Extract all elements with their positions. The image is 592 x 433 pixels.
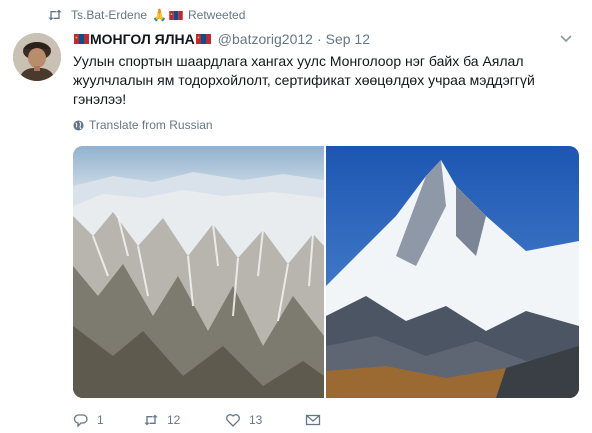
envelope-icon (305, 414, 321, 426)
like-button[interactable]: 13 (225, 412, 305, 428)
tweet-actions: 1 12 13 (73, 412, 321, 428)
like-count: 13 (249, 413, 263, 427)
translate-link[interactable]: Translate from Russian (73, 118, 213, 132)
tweet-header: МОНГОЛ ЯЛНА @batzorig2012 · Sep 12 (73, 29, 574, 49)
retweeted-label: Retweeted (188, 8, 246, 22)
tweet-media (73, 146, 579, 398)
retweet-icon (144, 414, 158, 426)
display-name-text: МОНГОЛ ЯЛНА (90, 31, 195, 47)
tweet-timestamp[interactable]: Sep 12 (326, 31, 370, 47)
heart-icon (226, 414, 240, 427)
chevron-down-icon[interactable] (558, 30, 574, 46)
translate-label: Translate from Russian (89, 118, 213, 132)
display-name[interactable]: МОНГОЛ ЯЛНА (73, 31, 212, 47)
tweet-text: Уулын спортын шаардлага хангах уулс Монг… (73, 53, 535, 107)
globe-icon (73, 119, 84, 131)
reply-icon (73, 414, 88, 428)
praying-hands-emoji: 🙏 (152, 8, 167, 22)
reply-count: 1 (97, 413, 104, 427)
retweet-button[interactable]: 12 (143, 412, 225, 428)
retweet-count: 12 (167, 413, 181, 427)
snow-peak-photo[interactable] (326, 146, 579, 398)
mongolia-flag-icon (195, 34, 211, 44)
retweet-context: Ts.Bat-Erdene 🙏 Retweeted (47, 6, 245, 24)
avatar-portrait-image (13, 33, 61, 81)
aerial-mountain-photo[interactable] (73, 146, 324, 398)
retweeter-name[interactable]: Ts.Bat-Erdene (71, 8, 147, 22)
direct-message-button[interactable] (305, 412, 321, 428)
avatar[interactable] (13, 33, 61, 81)
header-separator: · (316, 31, 322, 47)
mongolia-flag-icon (169, 10, 183, 20)
reply-button[interactable]: 1 (73, 412, 143, 428)
retweet-icon (48, 9, 62, 21)
mongolia-flag-icon (74, 34, 89, 44)
screen-name[interactable]: @batzorig2012 (218, 31, 313, 47)
